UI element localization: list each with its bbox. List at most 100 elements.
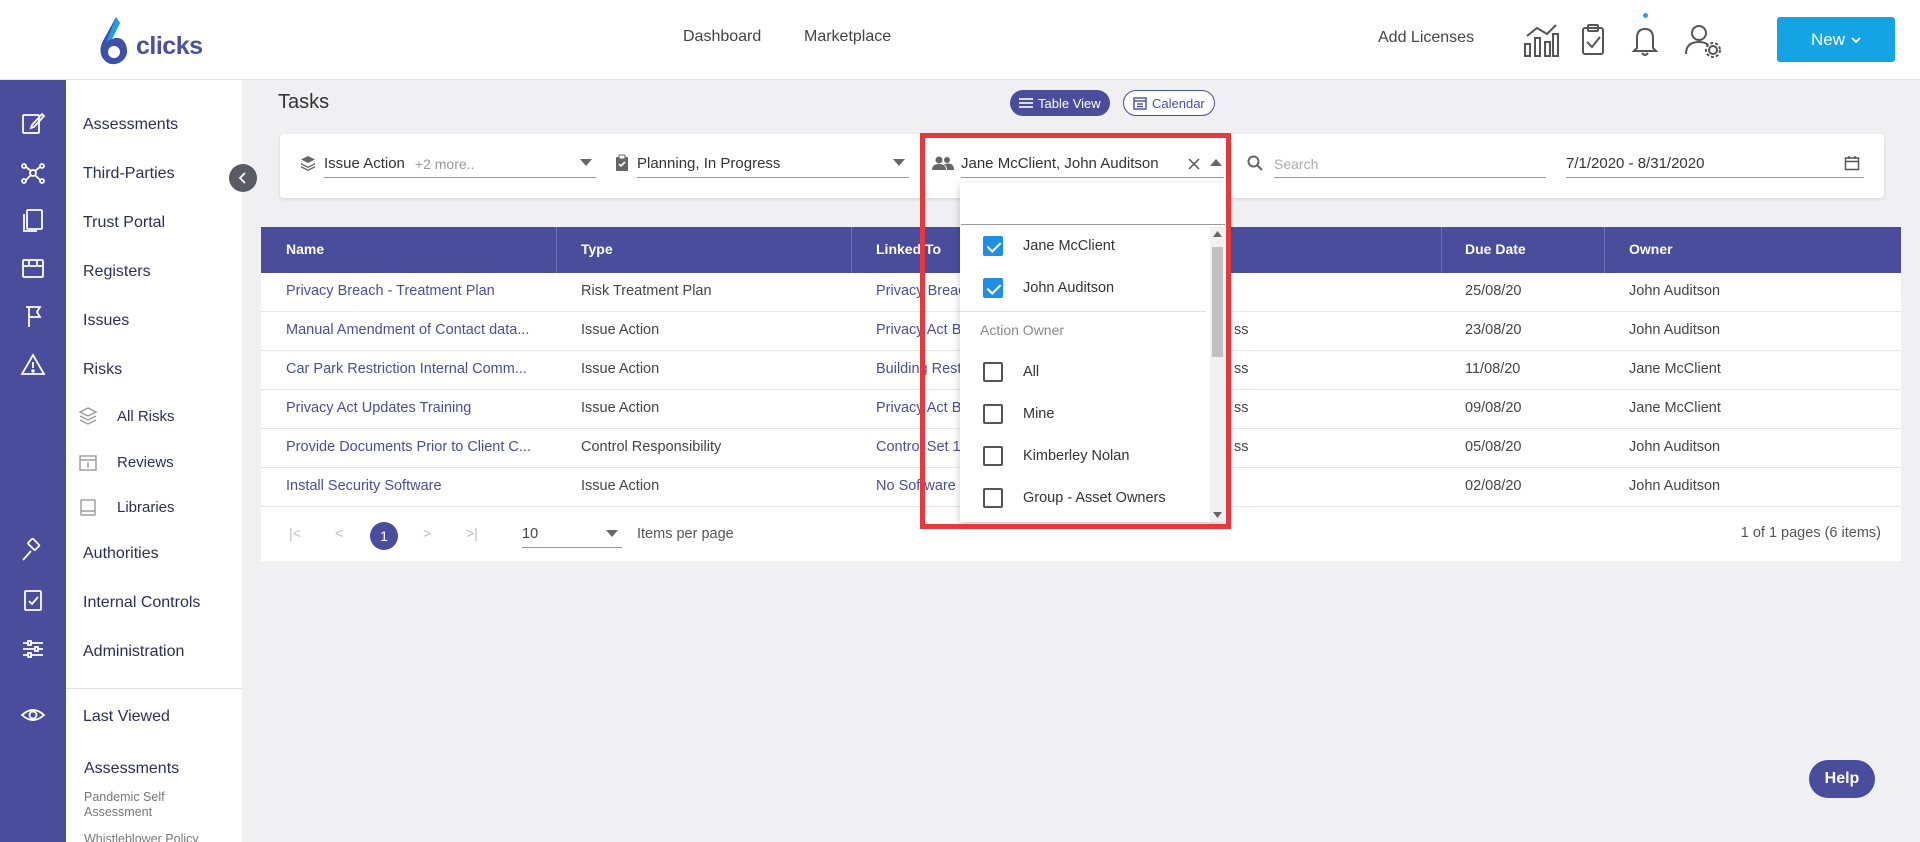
list-icon (1019, 98, 1033, 108)
page-size-label: Items per page (637, 526, 734, 542)
task-owner: John Auditson (1629, 439, 1721, 455)
sidebar-item-registers[interactable]: Registers (83, 263, 151, 281)
clipboard-check-icon[interactable] (1573, 20, 1613, 60)
sidebar-item-internal-controls[interactable]: Internal Controls (83, 594, 200, 612)
date-range-value: 7/1/2020 - 8/31/2020 (1566, 155, 1705, 172)
icon-rail (0, 80, 66, 842)
sidebar-item-authorities[interactable]: Authorities (83, 545, 159, 563)
eye-icon[interactable] (20, 702, 46, 728)
column-header-name[interactable]: Name (286, 241, 324, 257)
task-owner: John Auditson (1629, 322, 1721, 338)
first-page-icon[interactable]: |< (289, 525, 301, 541)
task-type: Risk Treatment Plan (581, 283, 712, 299)
task-type: Issue Action (581, 478, 660, 494)
task-type: Control Responsibility (581, 439, 722, 455)
calendar-view-toggle[interactable]: Calendar (1123, 90, 1215, 116)
layers-icon (78, 407, 98, 425)
sidebar-item-libraries[interactable]: Libraries (117, 499, 175, 516)
recent-item[interactable]: Whistleblower Policy (84, 832, 224, 842)
caret-down-icon (580, 159, 592, 166)
task-name-link[interactable]: Manual Amendment of Contact data... (286, 322, 546, 338)
search-placeholder: Search (1274, 155, 1319, 172)
controls-check-icon[interactable] (20, 587, 46, 613)
status-filter-value: Planning, In Progress (637, 155, 781, 172)
edit-icon[interactable] (20, 110, 46, 136)
collapse-sidebar-button[interactable] (229, 164, 257, 192)
issues-icon[interactable] (20, 303, 46, 329)
pagination-summary: 1 of 1 pages (6 items) (1740, 525, 1881, 541)
calendar-icon[interactable] (1844, 155, 1860, 171)
due-date: 23/08/20 (1465, 322, 1522, 338)
task-name-link[interactable]: Provide Documents Prior to Client C... (286, 439, 546, 455)
documents-icon[interactable] (20, 207, 46, 233)
task-type: Issue Action (581, 400, 660, 416)
task-status: ss (1234, 361, 1249, 377)
last-page-icon[interactable]: >| (466, 525, 478, 541)
top-bar: clicks Dashboard Marketplace Add License… (0, 0, 1920, 80)
task-status: ss (1234, 322, 1249, 338)
sidebar-item-reviews[interactable]: Reviews (117, 454, 174, 471)
type-filter-select[interactable]: Issue Action +2 more.. (324, 150, 596, 178)
new-button[interactable]: New (1777, 17, 1895, 62)
due-date: 05/08/20 (1465, 439, 1522, 455)
task-name-link[interactable]: Privacy Breach - Treatment Plan (286, 283, 546, 299)
task-type: Issue Action (581, 322, 660, 338)
chevron-down-icon (1851, 36, 1861, 43)
column-header-owner[interactable]: Owner (1629, 241, 1673, 257)
recent-item[interactable]: Pandemic Self Assessment (84, 790, 224, 820)
library-icon (80, 499, 96, 516)
sidebar-item-all-risks[interactable]: All Risks (117, 408, 175, 425)
prev-page-icon[interactable]: < (335, 525, 343, 541)
logo[interactable]: clicks (94, 14, 203, 68)
task-owner: John Auditson (1629, 478, 1721, 494)
sidebar-menu: Assessments Third-Parties Trust Portal R… (66, 80, 242, 842)
trust-portal-icon[interactable] (20, 255, 46, 281)
page-size-select[interactable]: 10 (522, 522, 622, 548)
task-owner: Jane McClient (1629, 361, 1721, 377)
analytics-icon[interactable] (1521, 20, 1561, 60)
last-viewed-heading: Last Viewed (83, 708, 170, 725)
type-filter-value: Issue Action (324, 155, 405, 172)
current-page-button[interactable]: 1 (370, 522, 398, 550)
caret-down-icon (893, 159, 905, 166)
calendar-view-label: Calendar (1152, 95, 1205, 111)
task-owner: Jane McClient (1629, 400, 1721, 416)
user-settings-icon[interactable] (1683, 20, 1723, 60)
sliders-icon[interactable] (20, 636, 46, 662)
caret-down-icon (606, 530, 618, 537)
sidebar-item-assessments[interactable]: Assessments (83, 116, 178, 134)
column-separator (556, 227, 557, 273)
search-input[interactable]: Search (1274, 150, 1546, 178)
highlight-box (920, 133, 1231, 529)
column-header-type[interactable]: Type (581, 241, 613, 257)
task-name-link[interactable]: Install Security Software (286, 478, 546, 494)
sidebar-item-trust-portal[interactable]: Trust Portal (83, 214, 165, 232)
new-button-label: New (1810, 29, 1845, 49)
help-button[interactable]: Help (1809, 760, 1875, 798)
next-page-icon[interactable]: > (423, 525, 431, 541)
due-date: 11/08/20 (1465, 361, 1521, 377)
column-header-due-date[interactable]: Due Date (1465, 241, 1526, 257)
status-filter-select[interactable]: Planning, In Progress (637, 150, 909, 178)
sidebar-item-risks[interactable]: Risks (83, 361, 122, 379)
notification-dot (1643, 13, 1648, 18)
sidebar-item-issues[interactable]: Issues (83, 312, 129, 330)
type-filter-more: +2 more.. (414, 155, 475, 172)
bell-icon[interactable] (1625, 20, 1665, 60)
task-name-link[interactable]: Privacy Act Updates Training (286, 400, 546, 416)
sidebar-item-third-parties[interactable]: Third-Parties (83, 165, 175, 183)
warning-icon[interactable] (20, 352, 46, 378)
due-date: 02/08/20 (1465, 478, 1522, 494)
clipboard-icon (616, 154, 628, 171)
sidebar-item-administration[interactable]: Administration (83, 643, 184, 661)
date-range-input[interactable]: 7/1/2020 - 8/31/2020 (1566, 150, 1864, 178)
nav-dashboard[interactable]: Dashboard (683, 28, 761, 46)
due-date: 25/08/20 (1465, 283, 1522, 299)
gavel-icon[interactable] (20, 538, 46, 564)
task-type: Issue Action (581, 361, 660, 377)
add-licenses-link[interactable]: Add Licenses (1378, 29, 1474, 47)
table-view-toggle[interactable]: Table View (1010, 90, 1110, 116)
task-name-link[interactable]: Car Park Restriction Internal Comm... (286, 361, 546, 377)
nav-marketplace[interactable]: Marketplace (804, 28, 891, 46)
network-icon[interactable] (20, 160, 46, 186)
